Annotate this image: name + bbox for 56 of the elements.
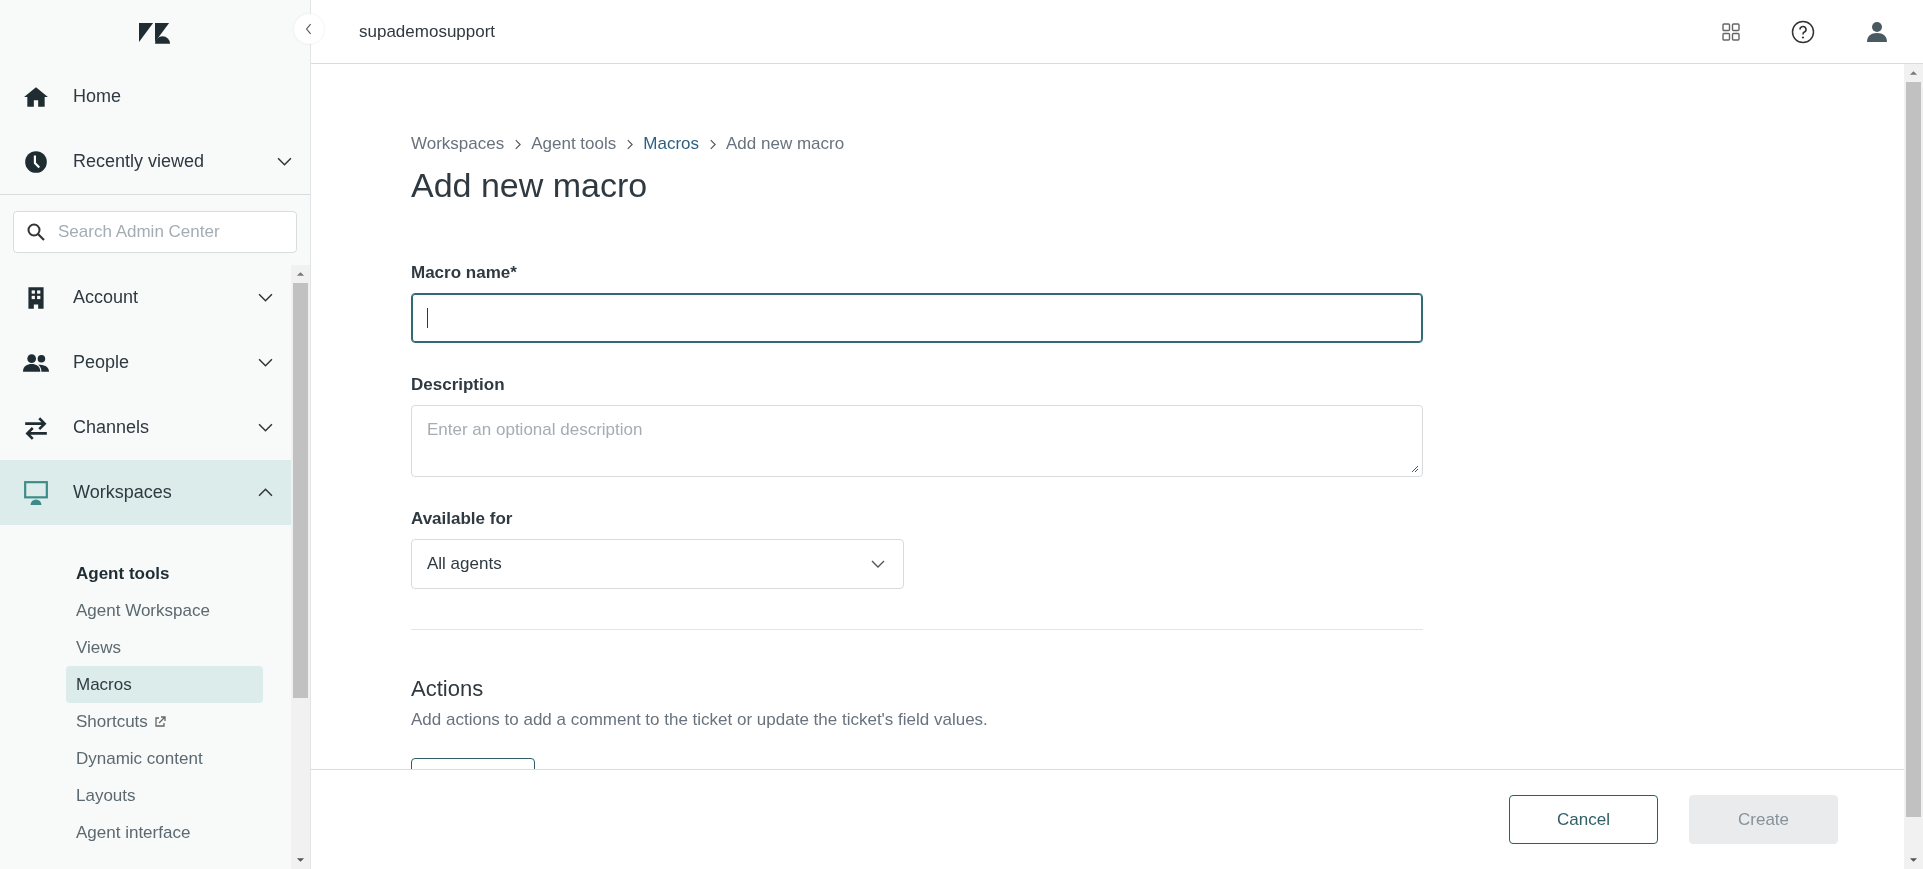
breadcrumb-item: Workspaces xyxy=(411,134,505,154)
input-field[interactable] xyxy=(411,293,1423,343)
chevron-icon xyxy=(258,293,273,302)
clock-icon xyxy=(23,148,49,175)
sidebar-link[interactable]: Dynamic content xyxy=(66,740,263,777)
sidebar-link[interactable]: Views xyxy=(66,629,263,666)
sidebar-item[interactable]: Recently viewed xyxy=(0,129,310,194)
account-name: supademosupport xyxy=(359,21,496,42)
sidebar-item[interactable]: Home xyxy=(0,64,310,129)
sidebar-item[interactable]: Channels xyxy=(0,395,291,460)
dropdown[interactable]: All agents xyxy=(411,539,904,589)
chevron-right-icon xyxy=(626,138,634,150)
scroll-down-icon[interactable] xyxy=(1909,857,1918,863)
page-title: Add new macro xyxy=(411,166,649,205)
scrollbar[interactable] xyxy=(1904,64,1923,869)
sidebar-item[interactable]: Workspaces xyxy=(0,460,291,525)
scroll-up-icon[interactable] xyxy=(296,271,305,277)
scrollbar[interactable] xyxy=(291,265,310,869)
search-icon xyxy=(26,222,46,242)
breadcrumb-link[interactable]: Macros xyxy=(643,134,699,154)
chevron-left-icon xyxy=(305,23,313,35)
section-heading: Agent tools xyxy=(75,563,171,585)
help-icon[interactable] xyxy=(1791,19,1815,44)
field-label: Available for xyxy=(411,509,513,529)
search-field[interactable]: Search Admin Center xyxy=(13,211,297,253)
chevron-down-icon xyxy=(871,560,885,568)
cancel-button[interactable]: Cancel xyxy=(1509,795,1658,844)
monitor-icon xyxy=(23,479,49,506)
sidebar-item[interactable]: People xyxy=(0,330,291,395)
sidebar-link[interactable]: Layouts xyxy=(66,777,263,814)
resize-grip-icon[interactable] xyxy=(1411,465,1419,473)
scroll-up-icon[interactable] xyxy=(1909,70,1918,76)
user-icon[interactable] xyxy=(1865,19,1889,44)
sidebar-link[interactable]: Macros xyxy=(66,666,263,703)
chevron-icon xyxy=(258,423,273,432)
field-label: Description xyxy=(411,375,505,395)
section-description: Add actions to add a comment to the ticket or update the ticket's field values. xyxy=(411,710,989,730)
search-input[interactable]: Search Admin Center xyxy=(56,221,280,243)
dropdown-value: All agents xyxy=(427,554,502,574)
sidebar-link[interactable]: Shortcuts xyxy=(66,703,263,740)
field-label: Macro name* xyxy=(411,263,517,283)
sidebar-link[interactable]: Agent interface xyxy=(66,814,263,851)
scroll-down-icon[interactable] xyxy=(296,857,305,863)
breadcrumb-item: Add new macro xyxy=(726,134,845,154)
logo-icon xyxy=(139,20,171,44)
sidebar-link[interactable]: Agent Workspace xyxy=(66,592,263,629)
apps-grid-icon[interactable] xyxy=(1721,21,1741,42)
breadcrumb-item: Agent tools xyxy=(531,134,617,154)
chevron-right-icon xyxy=(709,138,716,150)
external-link-icon xyxy=(153,715,166,728)
chevron-icon xyxy=(258,358,273,367)
sidebar-item[interactable]: Account xyxy=(0,265,291,330)
chevron-icon xyxy=(258,488,273,497)
chevron-right-icon xyxy=(514,138,522,150)
link-label: Shortcuts xyxy=(76,711,148,733)
section-title: Actions xyxy=(411,676,485,702)
